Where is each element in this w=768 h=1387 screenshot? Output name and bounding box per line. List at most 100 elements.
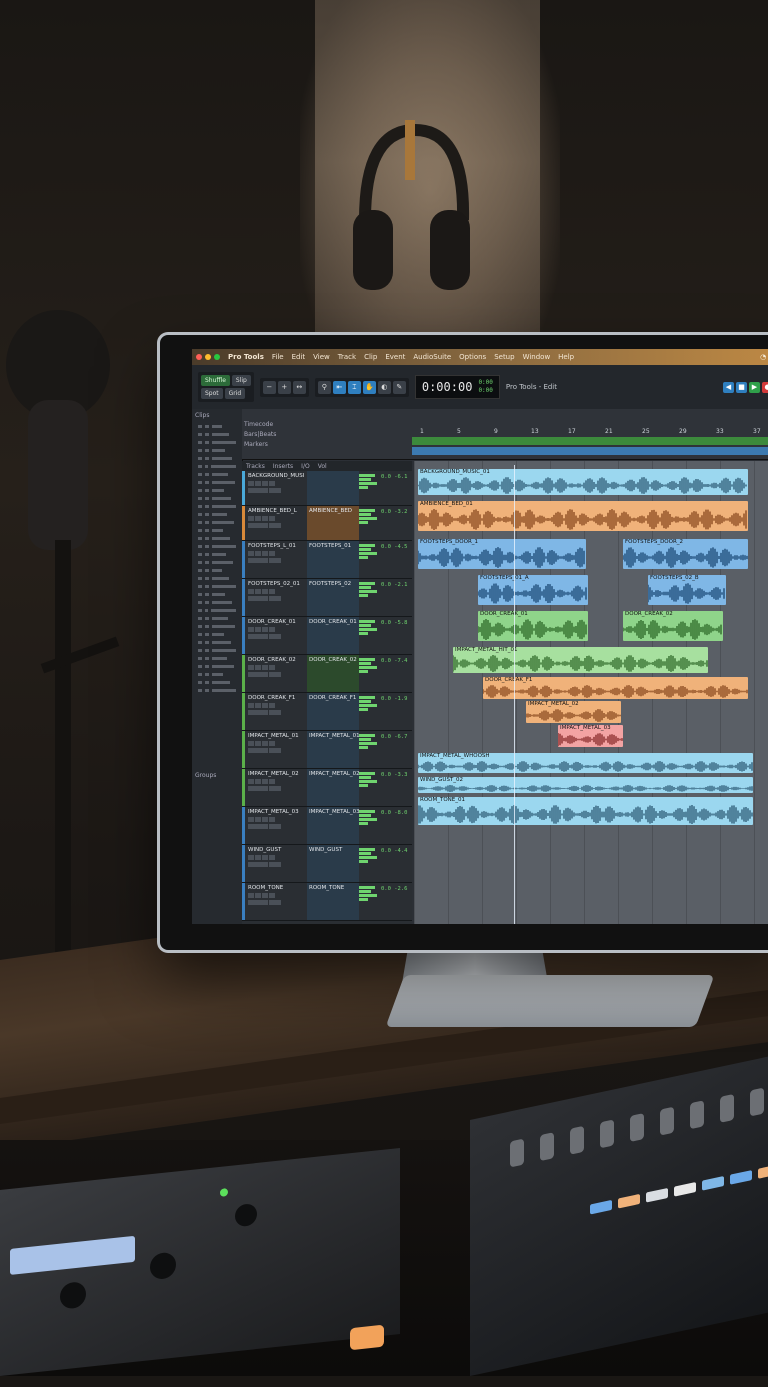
channel-button[interactable] — [618, 1193, 640, 1209]
fader-knob[interactable] — [600, 1119, 614, 1149]
pad-button[interactable] — [350, 1324, 384, 1351]
track-row[interactable]: AMBIENCE_BED_L AMBIENCE_BED 0.0 -3.2 — [242, 506, 412, 541]
menu-window[interactable]: Window — [523, 353, 551, 361]
grabber-tool-icon[interactable]: ✋ — [362, 380, 376, 394]
solo-button[interactable] — [262, 855, 268, 860]
automation-button[interactable] — [269, 900, 281, 905]
trim-tool-icon[interactable]: ⇤ — [332, 380, 346, 394]
channel-button[interactable] — [674, 1181, 696, 1197]
input-monitor-button[interactable] — [255, 665, 261, 670]
view-selector[interactable] — [248, 710, 268, 715]
record-arm-button[interactable] — [248, 665, 254, 670]
input-monitor-button[interactable] — [255, 855, 261, 860]
track-row[interactable]: BACKGROUND_MUSIC 0.0 -6.1 — [242, 471, 412, 506]
record-arm-button[interactable] — [248, 551, 254, 556]
automation-button[interactable] — [269, 596, 281, 601]
solo-button[interactable] — [262, 741, 268, 746]
clip-list-row[interactable] — [198, 447, 236, 454]
view-selector[interactable] — [248, 523, 268, 528]
spot-mode-button[interactable]: Spot — [201, 388, 223, 399]
mute-button[interactable] — [269, 665, 275, 670]
volume-pan-readout[interactable]: 0.0 -8.0 — [381, 807, 411, 844]
clip-list-row[interactable] — [198, 479, 236, 486]
insert-slot[interactable] — [307, 471, 359, 505]
mute-button[interactable] — [269, 481, 275, 486]
fader-knob[interactable] — [720, 1093, 734, 1123]
clip-list-row[interactable] — [198, 463, 236, 470]
fader-knob[interactable] — [690, 1100, 704, 1130]
solo-button[interactable] — [262, 703, 268, 708]
audio-clip[interactable]: FOOTSTEPS_DOOR_2 — [623, 539, 748, 569]
record-arm-button[interactable] — [248, 741, 254, 746]
audio-clip[interactable]: DOOR_CREAK_01 — [478, 611, 588, 641]
channel-button[interactable] — [702, 1176, 724, 1191]
mute-button[interactable] — [269, 779, 275, 784]
input-monitor-button[interactable] — [255, 481, 261, 486]
interface-knob[interactable] — [235, 1202, 257, 1228]
volume-pan-readout[interactable]: 0.0 -4.4 — [381, 845, 411, 882]
zoom-out-icon[interactable]: − — [262, 380, 276, 394]
channel-button[interactable] — [758, 1164, 768, 1179]
menu-file[interactable]: File — [272, 353, 284, 361]
audio-clip[interactable]: IMPACT_METAL_HIT_01 — [453, 647, 708, 673]
track-name[interactable]: ROOM_TONE — [248, 885, 304, 891]
clip-list-row[interactable] — [198, 599, 236, 606]
clip-list-row[interactable] — [198, 439, 236, 446]
audio-clip[interactable]: IMPACT_METAL_03 — [558, 725, 623, 747]
track-name[interactable]: FOOTSTEPS_02_01 — [248, 581, 304, 587]
clip-list-row[interactable] — [198, 535, 236, 542]
automation-button[interactable] — [269, 558, 281, 563]
audio-clip[interactable]: IMPACT_METAL_02 — [526, 701, 621, 723]
view-selector[interactable] — [248, 824, 268, 829]
fader-knob[interactable] — [510, 1138, 524, 1168]
record-arm-button[interactable] — [248, 855, 254, 860]
solo-button[interactable] — [262, 779, 268, 784]
stop-button[interactable]: ■ — [736, 381, 747, 393]
solo-button[interactable] — [262, 481, 268, 486]
insert-slot[interactable]: FOOTSTEPS_02 — [307, 579, 359, 616]
main-counter[interactable]: 0:00:00 0:00 0:00 — [414, 375, 500, 399]
zoomer-tool-icon[interactable]: ⚲ — [317, 380, 331, 394]
menu-event[interactable]: Event — [385, 353, 405, 361]
playhead-cursor[interactable] — [514, 465, 515, 924]
solo-button[interactable] — [262, 589, 268, 594]
input-monitor-button[interactable] — [255, 703, 261, 708]
volume-pan-readout[interactable]: 0.0 -2.6 — [381, 883, 411, 920]
volume-pan-readout[interactable]: 0.0 -6.1 — [381, 471, 411, 505]
clip-list-row[interactable] — [198, 671, 236, 678]
solo-button[interactable] — [262, 817, 268, 822]
solo-button[interactable] — [262, 551, 268, 556]
volume-pan-readout[interactable]: 0.0 -2.1 — [381, 579, 411, 616]
clip-list-row[interactable] — [198, 511, 236, 518]
clip-list-row[interactable] — [198, 543, 236, 550]
input-monitor-button[interactable] — [255, 516, 261, 521]
rewind-button[interactable]: ◀ — [723, 381, 734, 393]
track-row[interactable]: DOOR_CREAK_F1 DOOR_CREAK_F1 0.0 -1.9 — [242, 693, 412, 731]
record-arm-button[interactable] — [248, 817, 254, 822]
clip-list-row[interactable] — [198, 455, 236, 462]
fader-knob[interactable] — [540, 1132, 554, 1162]
track-name[interactable]: DOOR_CREAK_02 — [248, 657, 304, 663]
clip-list-row[interactable] — [198, 655, 236, 662]
view-selector[interactable] — [248, 748, 268, 753]
clip-list-row[interactable] — [198, 687, 236, 694]
automation-button[interactable] — [269, 672, 281, 677]
clip-list-row[interactable] — [198, 567, 236, 574]
menu-track[interactable]: Track — [338, 353, 356, 361]
shuffle-mode-button[interactable]: Shuffle — [201, 375, 230, 386]
track-name[interactable]: FOOTSTEPS_L_01 — [248, 543, 304, 549]
track-row[interactable]: DOOR_CREAK_02 DOOR_CREAK_02 0.0 -7.4 — [242, 655, 412, 693]
audio-clip[interactable]: FOOTSTEPS_01_A — [478, 575, 588, 605]
view-selector[interactable] — [248, 634, 268, 639]
menu-view[interactable]: View — [313, 353, 330, 361]
zoom-preset-icon[interactable]: ↔ — [292, 380, 306, 394]
insert-slot[interactable]: DOOR_CREAK_02 — [307, 655, 359, 692]
clip-list-row[interactable] — [198, 615, 236, 622]
track-name[interactable]: IMPACT_METAL_01 — [248, 733, 304, 739]
audio-clip[interactable]: ROOM_TONE_01 — [418, 797, 753, 825]
clip-list-row[interactable] — [198, 551, 236, 558]
volume-pan-readout[interactable]: 0.0 -4.5 — [381, 541, 411, 578]
view-selector[interactable] — [248, 558, 268, 563]
clip-list-row[interactable] — [198, 519, 236, 526]
record-arm-button[interactable] — [248, 481, 254, 486]
